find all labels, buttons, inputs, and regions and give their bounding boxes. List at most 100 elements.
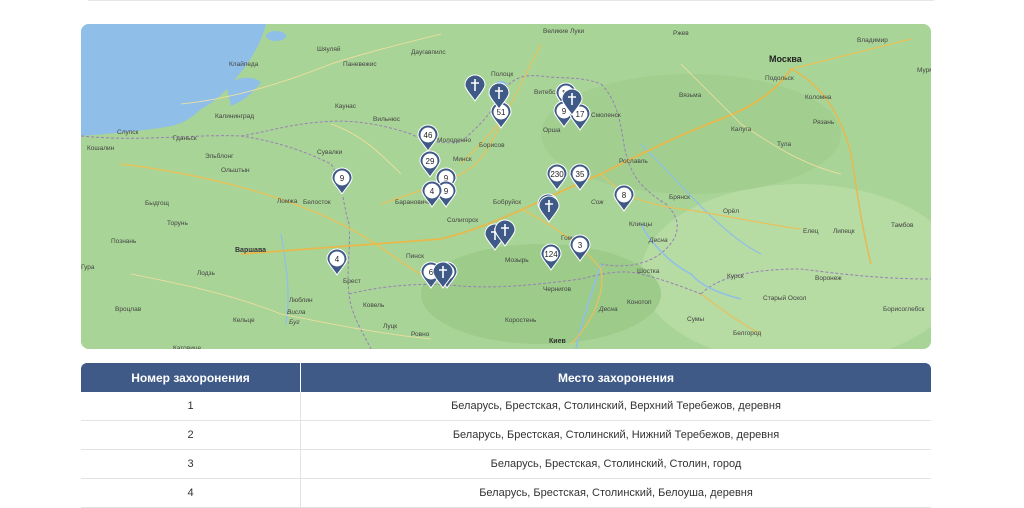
city-label: Тула — [777, 141, 792, 148]
city-label: Елец — [803, 228, 819, 235]
lake — [266, 31, 286, 41]
city-label: Минск — [453, 156, 472, 163]
city-label: Курск — [727, 273, 744, 280]
city-label: Бобруйск — [493, 198, 521, 206]
cell-number: 4 — [187, 487, 194, 499]
marker-count: 230 — [550, 170, 564, 179]
city-label: Торунь — [167, 220, 188, 227]
city-label: Подольск — [765, 75, 794, 82]
city-label: Чернигов — [543, 286, 572, 293]
river-label: Десна — [648, 237, 668, 244]
marker-count: 9 — [562, 107, 567, 116]
city-label: Катовице — [173, 345, 202, 349]
city-label: Брянск — [669, 194, 690, 201]
city-label: Москва — [769, 54, 803, 64]
table-row[interactable]: 4 Беларусь, Брестская, Столинский, Белоу… — [81, 479, 931, 508]
city-label: Ольштын — [221, 167, 250, 174]
city-label: Слупск — [117, 129, 139, 136]
table-row[interactable]: 2 Беларусь, Брестская, Столинский, Нижни… — [81, 421, 931, 450]
city-label: Лодзь — [197, 270, 216, 277]
river-label: Сож — [591, 199, 604, 206]
map-region-shade — [421, 244, 661, 344]
city-label: Гура — [81, 264, 95, 271]
city-label: Орёл — [723, 208, 739, 215]
burials-table: Номер захоронения Место захоронения 1 Бе… — [81, 363, 931, 508]
cell-place: Беларусь, Брестская, Столинский, Верхний… — [300, 392, 931, 420]
city-label: Даугавпилс — [411, 49, 446, 56]
city-label: Паневежис — [343, 61, 377, 68]
city-label: Луцк — [383, 323, 397, 330]
marker-count: 9 — [444, 187, 449, 196]
city-label: Солигорск — [447, 217, 478, 224]
city-label: Сумы — [687, 316, 704, 323]
city-label: Калуга — [731, 126, 752, 133]
city-label: Киев — [549, 338, 566, 345]
city-label: Ломжа — [277, 198, 298, 205]
city-label: Каунас — [335, 103, 357, 110]
city-label: Борисоглебск — [883, 305, 925, 313]
city-label: Полоцк — [491, 71, 513, 78]
city-label: Рославль — [619, 158, 648, 165]
burial-map[interactable]: Москва Великие Луки Ржев Владимир Шяуляй Дауг… — [81, 24, 931, 349]
city-label: Клайпеда — [229, 60, 259, 68]
city-label: Сувалки — [317, 149, 343, 156]
map-canvas[interactable]: Москва Великие Луки Ржев Владимир Шяуляй Дауг… — [81, 24, 931, 349]
river-label: Десна — [598, 306, 618, 313]
column-header-number[interactable]: Номер захоронения — [81, 363, 300, 392]
city-label: Молодечно — [437, 137, 471, 144]
city-label: Конотоп — [627, 299, 652, 306]
city-label: Гданьск — [173, 135, 197, 142]
city-label: Калининград — [215, 113, 254, 120]
city-label: Коломна — [805, 94, 832, 101]
city-label: Вроцлав — [115, 306, 142, 313]
city-label: Быдгощ — [145, 200, 170, 207]
city-label: Познань — [111, 238, 137, 245]
city-label: Шяуляй — [317, 45, 341, 53]
city-label: Люблин — [289, 296, 313, 304]
table-row[interactable]: 3 Беларусь, Брестская, Столинский, Столи… — [81, 450, 931, 479]
marker-count: 8 — [622, 191, 627, 200]
city-label: Витебск — [534, 88, 558, 96]
river-label: Буг — [289, 319, 300, 326]
city-label: Тамбов — [891, 221, 914, 229]
cell-place: Беларусь, Брестская, Столинский, Нижний … — [300, 421, 931, 449]
river-label: Висла — [287, 309, 306, 316]
city-label: Белгород — [733, 330, 761, 337]
city-label: Борисов — [479, 142, 505, 149]
city-label: Вильнюс — [373, 116, 401, 123]
marker-count: 4 — [430, 187, 435, 196]
marker-count: 46 — [424, 131, 433, 140]
marker-count: 3 — [578, 241, 583, 250]
city-label: Шостка — [637, 268, 660, 275]
city-label: Великие Луки — [543, 28, 584, 35]
city-label: Пинск — [406, 253, 424, 260]
cell-number: 3 — [187, 458, 194, 470]
table-row[interactable]: 1 Беларусь, Брестская, Столинский, Верхн… — [81, 392, 931, 421]
city-label: Рязань — [813, 119, 835, 126]
city-label: Ржев — [673, 30, 689, 37]
city-label: Липецк — [833, 228, 855, 235]
table-header: Номер захоронения Место захоронения — [81, 363, 931, 392]
cell-number: 2 — [187, 429, 194, 441]
city-label: Смоленск — [591, 112, 621, 119]
marker-count: 35 — [576, 170, 585, 179]
city-label: Кельце — [233, 317, 255, 324]
marker-count: 29 — [426, 157, 435, 166]
city-label: Клинцы — [629, 221, 653, 228]
cell-place: Беларусь, Брестская, Столинский, Столин,… — [300, 450, 931, 478]
city-label: Коростень — [505, 317, 537, 324]
city-label: Кошалин — [87, 145, 115, 152]
city-label: Варшава — [235, 247, 266, 254]
cell-place: Беларусь, Брестская, Столинский, Белоуша… — [300, 479, 931, 507]
column-header-place[interactable]: Место захоронения — [300, 363, 931, 392]
city-label: Владимир — [857, 37, 888, 44]
city-label: Ровно — [411, 331, 430, 338]
city-label: Воронеж — [815, 275, 842, 282]
city-label: Ковель — [363, 302, 385, 309]
marker-count: 9 — [340, 174, 345, 183]
top-divider — [88, 0, 934, 1]
city-label: Мурманск — [917, 67, 931, 74]
city-label: Эльблонг — [205, 152, 234, 160]
marker-count: 124 — [544, 250, 558, 259]
marker-count: 17 — [576, 110, 585, 119]
